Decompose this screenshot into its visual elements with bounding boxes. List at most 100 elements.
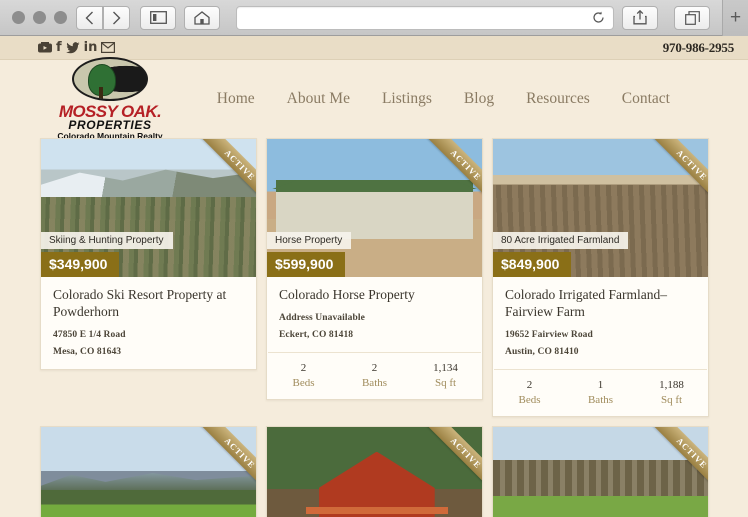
listing-details: Colorado Horse Property Address Unavailab… bbox=[267, 277, 482, 352]
status-badge-label: ACTIVE bbox=[410, 139, 482, 221]
listing-specs: 2 Beds 2 Baths 1,134 Sq ft bbox=[268, 351, 481, 399]
listing-photo[interactable]: ACTIVE4.87 Irrigated Lot bbox=[41, 426, 256, 517]
status-badge: ACTIVE bbox=[164, 426, 256, 517]
listing-price: $849,900 bbox=[493, 252, 572, 277]
listing-card[interactable]: ACTIVE Horse Property $599,900 Colorado Hor… bbox=[266, 138, 483, 400]
listing-details: Colorado Ski Resort Property at Powderho… bbox=[41, 277, 256, 369]
site-logo[interactable]: MOSSY OAK. PROPERTIES Colorado Mountain … bbox=[45, 57, 175, 141]
listing-title[interactable]: Colorado Ski Resort Property at Powderho… bbox=[53, 287, 244, 321]
spec-sqft-value: 1,188 bbox=[659, 378, 684, 391]
chevron-left-icon bbox=[85, 11, 93, 24]
envelope-glyph bbox=[101, 42, 116, 53]
twitter-bird-glyph bbox=[65, 41, 80, 53]
listing-card[interactable]: ACTIVE4.87 Irrigated Lot bbox=[40, 425, 257, 517]
spec-beds-label: Beds bbox=[518, 393, 541, 406]
back-button[interactable] bbox=[76, 5, 103, 30]
listing-address-line2: Austin, CO 81410 bbox=[505, 346, 579, 357]
browser-toolbar: + bbox=[0, 0, 748, 36]
listing-address-line2: Eckert, CO 81418 bbox=[279, 329, 354, 340]
maximize-window-button[interactable] bbox=[54, 11, 67, 24]
youtube-icon[interactable] bbox=[38, 42, 52, 53]
listing-details: Colorado Irrigated Farmland–Fairview Far… bbox=[493, 277, 708, 369]
spec-baths-value: 2 bbox=[371, 361, 378, 374]
status-badge: ACTIVE bbox=[390, 426, 482, 517]
listing-title[interactable]: Colorado Horse Property bbox=[279, 287, 470, 304]
listing-address-line1: Address Unavailable bbox=[279, 312, 365, 323]
listing-title[interactable]: Colorado Irrigated Farmland–Fairview Far… bbox=[505, 287, 696, 321]
reload-icon[interactable] bbox=[592, 11, 605, 24]
chevron-right-icon bbox=[113, 11, 121, 24]
listing-category-tag: Horse Property bbox=[267, 232, 352, 249]
spec-sqft: 1,134 Sq ft bbox=[410, 362, 481, 389]
tabs-icon bbox=[684, 10, 700, 25]
listing-specs: 2 Beds 1 Baths 1,188 Sq ft bbox=[494, 368, 707, 416]
address-bar[interactable] bbox=[236, 5, 614, 30]
nav-item-resources[interactable]: Resources bbox=[526, 90, 590, 108]
status-badge-label: ACTIVE bbox=[184, 139, 256, 221]
listing-category-tag: 80 Acre Irrigated Farmland bbox=[493, 232, 629, 249]
spec-beds-value: 2 bbox=[300, 361, 307, 374]
status-badge-label: ACTIVE bbox=[636, 426, 708, 508]
listing-photo[interactable]: ACTIVE Horse Property $599,900 bbox=[267, 139, 482, 277]
listing-photo[interactable]: ACTIVEOff-grid Retreat bbox=[267, 426, 482, 517]
listing-card[interactable]: ACTIVEOff-grid Retreat bbox=[266, 425, 483, 517]
phone-number[interactable]: 970-986-2955 bbox=[663, 40, 734, 56]
listing-card[interactable]: ACTIVE 80 Acre Irrigated Farmland $849,900… bbox=[492, 138, 709, 417]
sidebar-toggle-button[interactable] bbox=[140, 5, 176, 30]
listings-grid: ACTIVE Skiing & Hunting Property $349,900 C… bbox=[0, 138, 748, 517]
home-button[interactable] bbox=[184, 5, 220, 30]
listing-price: $349,900 bbox=[41, 252, 120, 277]
listing-price: $599,900 bbox=[267, 252, 346, 277]
spec-beds: 2 Beds bbox=[494, 379, 565, 406]
spec-sqft-label: Sq ft bbox=[434, 376, 457, 389]
spec-baths: 2 Baths bbox=[339, 362, 410, 389]
spec-sqft-label: Sq ft bbox=[660, 393, 683, 406]
nav-item-listings[interactable]: Listings bbox=[382, 90, 432, 108]
listing-address-line1: 47850 E 1/4 Road bbox=[53, 329, 126, 340]
facebook-icon[interactable]: f bbox=[56, 41, 62, 54]
site-header: MOSSY OAK. PROPERTIES Colorado Mountain … bbox=[0, 57, 748, 141]
spec-baths-label: Baths bbox=[361, 376, 388, 389]
new-tab-button[interactable]: + bbox=[722, 0, 748, 36]
spec-baths: 1 Baths bbox=[565, 379, 636, 406]
spec-beds-label: Beds bbox=[292, 376, 315, 389]
listing-photo[interactable]: ACTIVE 80 Acre Irrigated Farmland $849,900 bbox=[493, 139, 708, 277]
window-controls[interactable] bbox=[6, 11, 76, 24]
nav-item-home[interactable]: Home bbox=[217, 90, 255, 108]
listing-card[interactable]: ACTIVE Skiing & Hunting Property $349,900 C… bbox=[40, 138, 257, 370]
spec-beds: 2 Beds bbox=[268, 362, 339, 389]
status-badge: ACTIVE bbox=[616, 426, 708, 517]
status-badge-label: ACTIVE bbox=[184, 426, 256, 508]
minimize-window-button[interactable] bbox=[33, 11, 46, 24]
toolbar-right-actions bbox=[622, 5, 718, 30]
forward-button[interactable] bbox=[103, 5, 130, 30]
share-icon bbox=[633, 10, 647, 25]
nav-item-contact[interactable]: Contact bbox=[622, 90, 670, 108]
linkedin-icon[interactable]: in bbox=[84, 41, 98, 54]
social-links: f in bbox=[38, 41, 116, 54]
email-icon[interactable] bbox=[101, 42, 116, 53]
home-icon bbox=[194, 10, 210, 25]
nav-item-about-me[interactable]: About Me bbox=[287, 90, 350, 108]
spec-baths-label: Baths bbox=[587, 393, 614, 406]
logo-properties-text: PROPERTIES bbox=[68, 118, 152, 133]
show-tabs-button[interactable] bbox=[674, 5, 710, 30]
listing-photo[interactable]: ACTIVE Skiing & Hunting Property $349,900 bbox=[41, 139, 256, 277]
status-badge-label: ACTIVE bbox=[410, 426, 482, 508]
website-viewport: f in 970-986-2955 MOSSY OAK. PROPERTIES … bbox=[0, 36, 748, 517]
spec-baths-value: 1 bbox=[597, 378, 604, 391]
listing-card[interactable]: ACTIVE8+ Acre Irrigated Pasture bbox=[492, 425, 709, 517]
main-navigation: Home About Me Listings Blog Resources Co… bbox=[217, 90, 718, 108]
close-window-button[interactable] bbox=[12, 11, 25, 24]
twitter-icon[interactable] bbox=[65, 41, 80, 54]
navigation-buttons bbox=[76, 5, 131, 30]
share-button[interactable] bbox=[622, 5, 658, 30]
youtube-glyph bbox=[38, 42, 52, 53]
spec-beds-value: 2 bbox=[526, 378, 533, 391]
listing-address-line2: Mesa, CO 81643 bbox=[53, 346, 122, 357]
status-badge: ACTIVE bbox=[164, 139, 256, 231]
spec-sqft-value: 1,134 bbox=[433, 361, 458, 374]
nav-item-blog[interactable]: Blog bbox=[464, 90, 494, 108]
status-badge-label: ACTIVE bbox=[636, 139, 708, 221]
listing-photo[interactable]: ACTIVE8+ Acre Irrigated Pasture bbox=[493, 426, 708, 517]
